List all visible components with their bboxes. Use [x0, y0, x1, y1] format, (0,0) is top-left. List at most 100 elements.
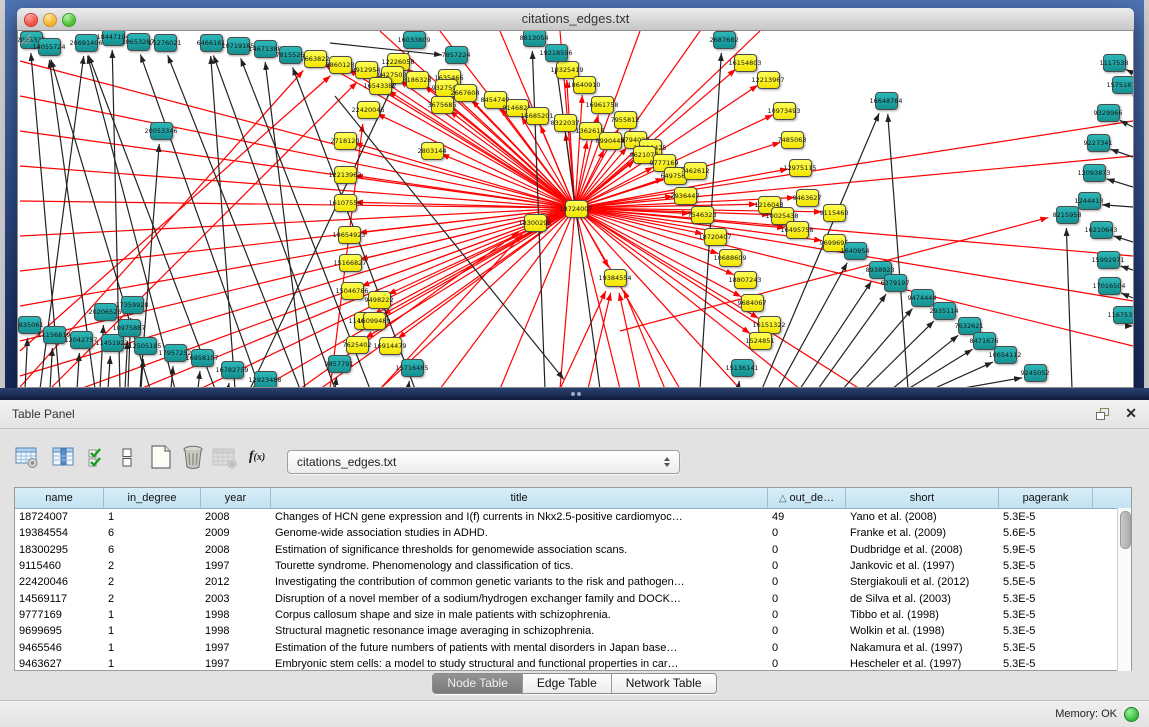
graph-node[interactable]: 8215958 — [1056, 206, 1079, 224]
graph-node[interactable]: 16154803 — [734, 54, 757, 72]
graph-node[interactable]: 16543382 — [369, 77, 392, 95]
graph-node[interactable]: 15751874 — [1112, 76, 1135, 94]
graph-node[interactable]: 9474444 — [911, 289, 934, 307]
table-row[interactable]: 1830029562008Estimation of significance … — [15, 542, 1131, 558]
column-header-out_de[interactable]: △out_de… — [768, 488, 846, 508]
graph-node[interactable]: 7815526 — [279, 46, 302, 64]
graph-node[interactable]: 17016504 — [1098, 277, 1121, 295]
graph-node[interactable]: 20691406 — [75, 34, 98, 52]
graph-node[interactable]: 16099489 — [363, 312, 386, 330]
graph-node[interactable]: 16914479 — [379, 337, 402, 355]
graph-node[interactable]: 16033809 — [403, 31, 426, 49]
graph-node[interactable]: 16782759 — [221, 361, 244, 379]
graph-node[interactable]: 12975115 — [789, 159, 812, 177]
panel-divider[interactable] — [0, 388, 1149, 400]
graph-node[interactable]: 20053346 — [150, 122, 173, 140]
graph-node[interactable]: 2935114 — [933, 302, 956, 320]
float-panel-icon[interactable] — [1096, 408, 1111, 421]
graph-node[interactable]: 14055724 — [38, 38, 61, 56]
graph-node[interactable]: 10975887 — [118, 319, 141, 337]
graph-node[interactable]: 12923488 — [254, 371, 277, 388]
graph-node[interactable]: 10654112 — [994, 346, 1017, 364]
graph-node[interactable]: 16495758 — [786, 221, 809, 239]
graph-node[interactable]: 7485063 — [781, 131, 804, 149]
graph-node[interactable]: 18640910 — [573, 76, 596, 94]
new-column-icon[interactable] — [148, 444, 174, 470]
graph-node[interactable]: 15046786 — [341, 282, 364, 300]
graph-node[interactable]: 1640954 — [844, 242, 867, 260]
column-header-in_degree[interactable]: in_degree — [104, 488, 201, 508]
table-row[interactable]: 1872400712008Changes of HCN gene express… — [15, 509, 1131, 525]
table-row[interactable]: 911546021997Tourette syndrome. Phenomeno… — [15, 558, 1131, 574]
graph-node[interactable]: 18300295 — [524, 214, 547, 232]
graph-node[interactable]: 6466161 — [200, 34, 223, 52]
table-row[interactable]: 2242004622012Investigating the contribut… — [15, 574, 1131, 590]
tab-network-table[interactable]: Network Table — [611, 674, 716, 693]
row-selection-icon[interactable] — [85, 444, 111, 470]
graph-node[interactable]: 10688609 — [719, 249, 742, 267]
graph-node[interactable]: 15716485 — [401, 359, 424, 377]
graph-node[interactable]: 9329966 — [1097, 104, 1120, 122]
graph-node[interactable]: 16961758 — [591, 96, 614, 114]
network-window-titlebar[interactable]: citations_edges.txt — [17, 8, 1134, 31]
graph-node[interactable]: 19218596 — [545, 44, 568, 62]
graph-node[interactable]: 15276021 — [154, 34, 177, 52]
graph-node[interactable]: 2718120 — [334, 132, 357, 150]
graph-node[interactable]: 18720407 — [704, 228, 727, 246]
graph-node[interactable]: 9115460 — [823, 204, 846, 222]
graph-node[interactable]: 2803144 — [421, 142, 444, 160]
graph-node[interactable]: 9463627 — [796, 189, 819, 207]
graph-node[interactable]: 2667608 — [454, 84, 477, 102]
graph-node[interactable]: 9245052 — [1024, 364, 1047, 382]
network-canvas[interactable]: 7663822986012889129541222605894275038186… — [17, 30, 1134, 388]
graph-node[interactable]: 12042757 — [70, 331, 93, 349]
table-row[interactable]: 1938455462009Genome-wide association stu… — [15, 525, 1131, 541]
table-row[interactable]: 1456911722003Disruption of a novel membe… — [15, 590, 1131, 606]
column-header-title[interactable]: title — [271, 488, 768, 508]
graph-node[interactable]: 7663822 — [304, 50, 327, 68]
graph-node[interactable]: 16648784 — [875, 92, 898, 110]
close-panel-icon[interactable]: ✕ — [1125, 405, 1137, 422]
graph-node[interactable]: 8186328 — [406, 71, 429, 89]
graph-node[interactable]: 7546323 — [691, 206, 714, 224]
table-options-icon[interactable] — [14, 444, 40, 470]
graph-node[interactable]: 7857224 — [445, 46, 468, 64]
column-header-pagerank[interactable]: pagerank — [999, 488, 1093, 508]
graph-node[interactable]: 2936447 — [674, 187, 697, 205]
graph-node[interactable]: 15992971 — [1097, 251, 1120, 269]
function-builder-icon[interactable]: f(x) — [244, 444, 270, 470]
split-rows-icon[interactable] — [114, 444, 140, 470]
graph-node[interactable]: 10653287 — [127, 33, 150, 51]
graph-hub-node[interactable]: 18724007 — [565, 200, 588, 218]
graph-node[interactable]: 7625402 — [346, 336, 369, 354]
graph-node[interactable]: 8813054 — [523, 30, 546, 47]
graph-node[interactable]: 20206526 — [94, 303, 117, 321]
graph-node[interactable]: 14671388 — [254, 40, 277, 58]
graph-node[interactable]: 15166827 — [339, 254, 362, 272]
delete-column-icon[interactable] — [180, 444, 206, 470]
show-column-icon[interactable] — [51, 444, 77, 470]
graph-node[interactable]: 16210643 — [1090, 221, 1113, 239]
graph-node[interactable]: 8990448 — [599, 132, 622, 150]
graph-node[interactable]: 11156819 — [43, 326, 66, 344]
graph-node[interactable]: 2687682 — [713, 31, 736, 49]
graph-node[interactable]: 12213963 — [334, 166, 357, 184]
graph-node[interactable]: 8471676 — [973, 332, 996, 350]
table-row[interactable]: 946554611997Estimation of the future num… — [15, 639, 1131, 655]
graph-node[interactable]: 9857791 — [328, 355, 351, 373]
graph-node[interactable]: 9498222 — [368, 291, 391, 309]
graph-node[interactable]: 16107554 — [334, 194, 357, 212]
scrollbar-thumb[interactable] — [1120, 511, 1131, 549]
vertical-scrollbar[interactable] — [1117, 508, 1131, 671]
graph-node[interactable]: 12505185 — [134, 337, 157, 355]
table-row[interactable]: 977716911998Corpus callosum shape and si… — [15, 607, 1131, 623]
table-row[interactable]: 946362711997Embryonic stem cells: a mode… — [15, 656, 1131, 672]
column-header-year[interactable]: year — [201, 488, 271, 508]
table-select-dropdown[interactable]: citations_edges.txt — [287, 450, 680, 474]
graph-node[interactable]: 9860128 — [329, 56, 352, 74]
graph-node[interactable]: 19384554 — [604, 269, 627, 287]
graph-node[interactable]: 16958107 — [191, 349, 214, 367]
graph-node[interactable]: 15685201 — [526, 107, 549, 125]
graph-node[interactable]: 11675315 — [1113, 306, 1135, 324]
tab-node-table[interactable]: Node Table — [433, 674, 522, 693]
